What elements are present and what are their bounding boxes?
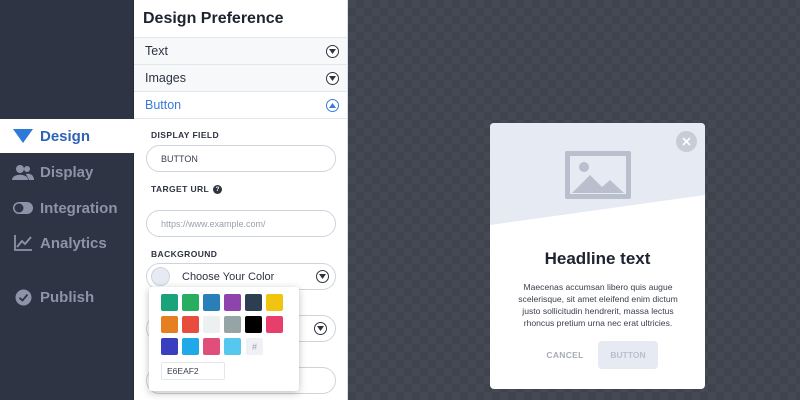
color-picker-popover: # E6EAF2 <box>149 287 299 391</box>
check-circle-icon <box>12 288 34 306</box>
hero-image-placeholder <box>490 123 705 225</box>
chevron-down-icon[interactable] <box>314 322 327 335</box>
section-label: Text <box>145 44 168 58</box>
section-label: Button <box>145 98 182 112</box>
preview-headline: Headline text <box>544 249 651 268</box>
color-swatch[interactable] <box>182 294 199 311</box>
nav-label: Design <box>40 127 91 145</box>
display-field-input[interactable]: BUTTON <box>146 145 336 172</box>
close-button[interactable] <box>676 131 697 152</box>
nav-label: Publish <box>40 288 95 306</box>
color-swatch[interactable] <box>161 316 178 333</box>
section-button[interactable]: Button <box>134 92 347 119</box>
diamond-icon <box>12 127 34 145</box>
hex-input[interactable]: E6EAF2 <box>161 362 225 380</box>
preview-body-text: Maecenas accumsan libero quis augue scel… <box>518 282 678 328</box>
panel-title: Design Preference <box>134 0 347 38</box>
nav-item-display[interactable]: Display <box>0 155 134 189</box>
color-swatch[interactable] <box>182 316 199 333</box>
color-swatch[interactable] <box>245 294 262 311</box>
target-url-placeholder: https://www.example.com/ <box>161 218 266 229</box>
custom-hex-button[interactable]: # <box>246 338 263 355</box>
color-swatch[interactable] <box>245 316 262 333</box>
color-swatch[interactable] <box>161 294 178 311</box>
color-swatch[interactable] <box>161 338 178 355</box>
preview-main-button[interactable]: BUTTON <box>598 341 658 369</box>
help-icon[interactable]: ? <box>213 185 223 195</box>
toggle-icon <box>12 199 34 217</box>
popup-preview: Headline text Maecenas accumsan libero q… <box>490 123 705 389</box>
target-url-label: TARGET URL? <box>151 184 223 195</box>
display-field-value: BUTTON <box>161 153 198 164</box>
color-swatch[interactable] <box>203 316 220 333</box>
chevron-down-icon[interactable] <box>316 270 329 283</box>
close-icon <box>682 137 691 146</box>
selected-color-swatch <box>151 267 170 286</box>
chevron-down-icon[interactable] <box>326 44 339 58</box>
display-field-label: DISPLAY FIELD <box>151 130 220 140</box>
section-label: Images <box>145 71 186 85</box>
background-color-select[interactable]: Choose Your Color <box>146 263 336 290</box>
color-swatch[interactable] <box>266 294 283 311</box>
nav-label: Integration <box>40 199 118 217</box>
color-swatch[interactable] <box>224 294 241 311</box>
main-nav: Design Display Integration Analytics Pub… <box>0 0 134 400</box>
color-swatch[interactable] <box>224 338 241 355</box>
color-swatch[interactable] <box>266 316 283 333</box>
chevron-down-icon[interactable] <box>326 71 339 85</box>
nav-item-design[interactable]: Design <box>0 119 134 153</box>
color-swatch[interactable] <box>203 338 220 355</box>
background-label: BACKGROUND <box>151 249 218 259</box>
chevron-up-icon[interactable] <box>326 98 339 112</box>
users-icon <box>12 163 34 181</box>
color-swatch[interactable] <box>182 338 199 355</box>
chart-line-icon <box>12 234 34 252</box>
target-url-input[interactable]: https://www.example.com/ <box>146 210 336 237</box>
nav-label: Display <box>40 163 94 181</box>
background-select-value: Choose Your Color <box>182 270 275 283</box>
preview-cancel-button[interactable]: CANCEL <box>542 350 588 363</box>
nav-item-analytics[interactable]: Analytics <box>0 226 134 260</box>
nav-item-integration[interactable]: Integration <box>0 191 134 225</box>
nav-item-publish[interactable]: Publish <box>0 280 134 314</box>
color-swatch[interactable] <box>203 294 220 311</box>
nav-label: Analytics <box>40 234 107 252</box>
section-text[interactable]: Text <box>134 38 347 65</box>
section-images[interactable]: Images <box>134 65 347 92</box>
color-swatch[interactable] <box>224 316 241 333</box>
